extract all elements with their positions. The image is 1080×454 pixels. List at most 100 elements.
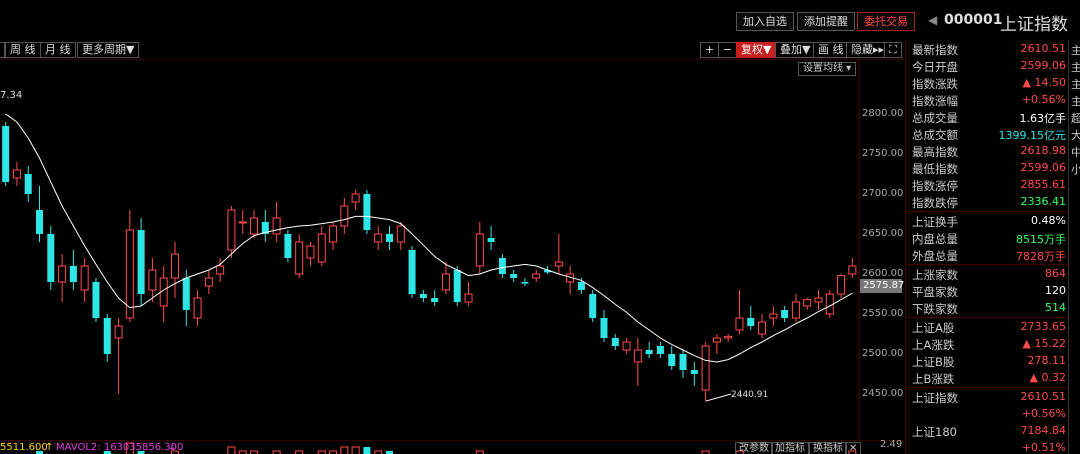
candle-down [431,298,439,302]
trade-order-button[interactable]: 委托交易 [857,12,915,31]
mavol2-label: MAVOL2: 163035856.300 [56,442,184,453]
up-arrow-icon: ↑ [45,442,54,453]
candle-down [24,174,32,194]
overlay-dropdown[interactable]: 叠加▼ [775,42,816,58]
info-key: 指数涨停 [912,179,958,193]
zoom-out-button[interactable]: − [718,42,738,58]
info-row: 总成交额 1399.15亿元 [906,125,1069,142]
fullscreen-icon[interactable]: ⛶ [884,42,902,58]
info-key: 下跌家数 [912,302,958,316]
candle-down [690,370,698,374]
candle-up [441,273,450,291]
info-row: 上B涨跌 ▲ 0.32 [906,369,1069,386]
strip-char: 超 [1071,110,1080,126]
current-price-marker: 2575.87 [860,279,904,293]
volume-panel: 5511.600 ↑ MAVOL2: 163035856.300 ↓ 改参数 加… [0,439,905,454]
info-value: +0.51% [1021,441,1066,454]
candle-up [306,245,315,259]
candle-up [351,193,360,203]
y-tick: 2450.00 [862,388,904,399]
info-value: 7184.84 [1020,424,1067,437]
info-row: 上涨家数 864 [906,265,1069,282]
info-row: +0.56% [906,405,1069,422]
strip-char: 主 [1071,93,1080,109]
kline-svg [2,60,860,440]
period-week-button[interactable]: 周 线 [5,42,41,58]
kline-chart[interactable]: 设置均线 ▾ 7.34 2440.91 2800.00 2750.00 2700… [0,60,905,440]
candle-down [577,282,585,290]
info-key: 总成交量 [912,111,958,125]
candle-down [781,310,789,318]
ma-settings-button[interactable]: 设置均线 ▾ [798,62,857,76]
info-value: 2610.51 [1020,390,1067,403]
info-key: 上证180 [912,425,957,439]
candle-up [735,317,744,331]
volume-bar [227,446,236,454]
info-value: 2618.98 [1020,144,1067,157]
info-row: +0.51% [906,439,1069,454]
candle-down [747,318,755,326]
top-bar: 加入自选 添加提醒 委托交易 ◀ 000001 上证指数 [0,0,1080,40]
info-row: 指数涨幅 +0.56% [906,91,1069,108]
candle-down [47,234,55,282]
candle-up [80,265,89,291]
info-key: 平盘家数 [912,285,958,299]
candle-down [611,338,619,346]
info-row: 最高指数 2618.98 [906,142,1069,159]
strip-char: 小 [1071,161,1080,177]
info-value: 864 [1045,267,1066,280]
y-tick: 2800.00 [862,108,904,119]
candle-up [622,341,631,351]
candle-down [284,234,292,258]
add-indicator-button[interactable]: 加指标 [771,442,809,454]
candle-down [521,282,529,284]
period-month-button[interactable]: 月 线 [40,42,76,58]
info-value: 0.48% [1031,214,1066,227]
add-alert-button[interactable]: 添加提醒 [797,12,855,31]
info-row: 上证180 7184.84 [906,422,1069,439]
info-row: 平盘家数 120 [906,282,1069,299]
adjust-dropdown[interactable]: 复权▼ [736,42,777,58]
add-watchlist-button[interactable]: 加入自选 [736,12,794,31]
candle-down [487,238,495,242]
info-row: 指数涨停 2855.61 [906,176,1069,193]
candle-up [272,217,281,235]
side-strip: 主主主主超大中小 [1068,40,1080,454]
info-row: 上证B股 278.11 [906,352,1069,369]
info-value: ▲ 15.22 [1022,337,1066,350]
candle-down [385,234,393,242]
candle-up [791,301,800,319]
candle-up [238,221,247,224]
draw-line-button[interactable]: 画 线 [813,42,849,58]
candle-down [419,294,427,298]
candle-down [510,274,518,278]
close-indicator-icon[interactable]: ✕ [845,442,862,454]
volume-bar [363,447,371,454]
volume-bar [340,446,349,454]
candle-down [2,126,10,182]
switch-indicator-button[interactable]: 换指标 [809,442,847,454]
info-row: 外盘总量 7828万手 [906,246,1069,263]
candle-up [825,293,834,315]
candle-down [589,294,597,318]
info-value: 514 [1045,301,1066,314]
candle-up [114,325,123,339]
info-value: +0.56% [1021,93,1066,106]
candle-down [137,230,145,294]
info-key: 最高指数 [912,145,958,159]
edit-params-button[interactable]: 改参数 [735,442,773,454]
info-row: 总成交量 1.63亿手 [906,108,1069,125]
candle-up [396,225,405,243]
hide-panel-button[interactable]: 隐藏▸▸ [846,42,890,58]
info-key: 内盘总量 [912,232,958,246]
zoom-in-button[interactable]: + [700,42,720,58]
info-key: 上A涨跌 [912,338,955,352]
info-value: +0.56% [1021,407,1066,420]
y-tick: 2700.00 [862,188,904,199]
prev-arrow-icon[interactable]: ◀ [928,13,937,27]
more-periods-dropdown[interactable]: 更多周期▼ [77,42,140,58]
candle-up [769,313,778,319]
info-key: 最新指数 [912,43,958,57]
info-key: 上证A股 [912,321,955,335]
candle-up [216,265,225,275]
